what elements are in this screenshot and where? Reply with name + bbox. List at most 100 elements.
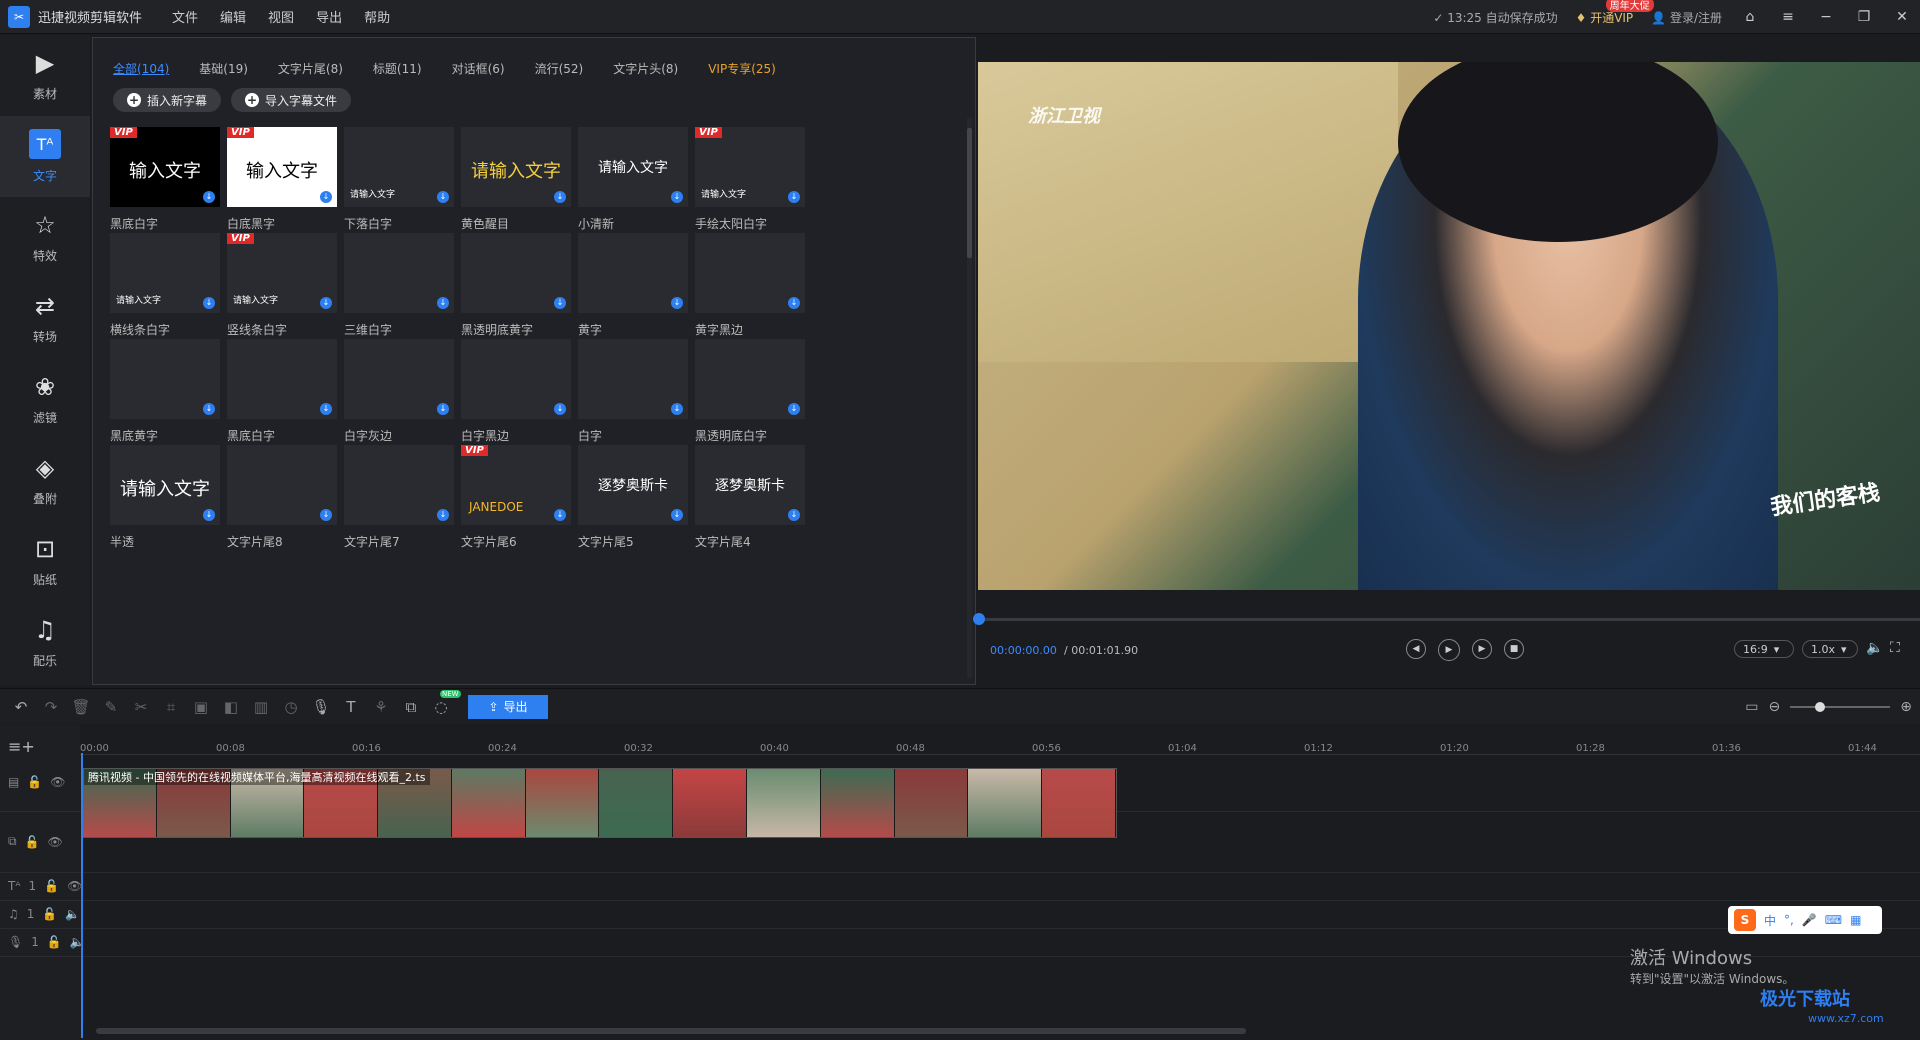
undo-icon[interactable]: ↶ [6,698,36,716]
template-card[interactable]: 请输入文字 ↓ 半透 [110,445,220,555]
speed-icon[interactable]: ◷ [276,698,306,716]
lock-icon[interactable]: 🔓 [44,879,59,893]
punctuation-icon[interactable]: °, [1784,913,1794,927]
menu-file[interactable]: 文件 [172,7,198,26]
aspect-ratio-select[interactable]: 16:9 ▾ [1734,640,1794,658]
template-card[interactable]: ↓ 三维白字 [344,233,454,343]
download-icon[interactable]: ↓ [788,509,800,521]
tab-opening[interactable]: 文字片头(8) [613,60,678,77]
mic-icon[interactable]: 🎤 [1802,913,1817,927]
menu-export[interactable]: 导出 [316,7,342,26]
delete-icon[interactable]: 🗑 [66,698,96,716]
download-icon[interactable]: ↓ [788,297,800,309]
zoom-slider[interactable] [1790,702,1891,712]
ime-toolbar[interactable]: S 中 °, 🎤 ⌨ ▦ [1728,906,1882,934]
template-card[interactable]: ↓ 黑透明底黄字 [461,233,571,343]
export-button[interactable]: ⇪ 导出 [468,694,548,719]
template-card[interactable]: ↓ 文字片尾7 [344,445,454,555]
minimize-icon[interactable]: − [1816,9,1836,25]
insert-subtitle-button[interactable]: + 插入新字幕 [113,88,222,112]
sidebar-item-transition[interactable]: ⇄ 转场 [0,278,90,359]
tab-title[interactable]: 标题(11) [373,60,422,77]
lock-icon[interactable]: 🔓 [27,775,42,789]
download-icon[interactable]: ↓ [788,191,800,203]
download-icon[interactable]: ↓ [788,403,800,415]
volume-icon[interactable]: 🔈 [1866,640,1883,656]
template-card[interactable]: 输入文字 VIP ↓ 白底黑字 [227,127,337,237]
template-card[interactable]: 逐梦奥斯卡 ↓ 文字片尾4 [695,445,805,555]
download-icon[interactable]: ↓ [203,403,215,415]
sidebar-item-effects[interactable]: ☆ 特效 [0,197,90,278]
download-icon[interactable]: ↓ [554,297,566,309]
sidebar-item-media[interactable]: ▶ 素材 [0,35,90,116]
template-card[interactable]: JANEDOE VIP ↓ 文字片尾6 [461,445,571,555]
download-icon[interactable]: ↓ [671,297,683,309]
tab-popular[interactable]: 流行(52) [535,60,584,77]
download-icon[interactable]: ↓ [671,509,683,521]
menu-view[interactable]: 视图 [268,7,294,26]
playback-progress-knob[interactable] [973,613,985,625]
vip-button[interactable]: ♦ 开通VIP 周年大促 [1576,0,1654,26]
close-icon[interactable]: ✕ [1892,9,1912,25]
download-icon[interactable]: ↓ [554,191,566,203]
download-icon[interactable]: ↓ [437,297,449,309]
track-menu-icon[interactable]: ≡+ [8,737,35,756]
lock-icon[interactable]: 🔓 [47,935,62,949]
download-icon[interactable]: ↓ [437,509,449,521]
template-card[interactable]: 输入文字 VIP ↓ 黑底白字 [110,127,220,237]
tab-dialog[interactable]: 对话框(6) [452,60,505,77]
download-icon[interactable]: ↓ [203,297,215,309]
tab-ending[interactable]: 文字片尾(8) [278,60,343,77]
template-card[interactable]: 请输入文字 ↓ 下落白字 [344,127,454,237]
ai-tool-icon[interactable]: ◌ NEW [426,689,461,716]
template-card[interactable]: ↓ 白字灰边 [344,339,454,449]
download-icon[interactable]: ↓ [554,509,566,521]
template-card[interactable]: ↓ 白字 [578,339,688,449]
menu-help[interactable]: 帮助 [364,7,390,26]
download-icon[interactable]: ↓ [203,191,215,203]
pip-icon[interactable]: ⧉ [396,698,426,716]
menu-icon[interactable]: ≡ [1778,9,1798,25]
panel-scrollbar[interactable] [967,118,972,678]
template-card[interactable]: 请输入文字 ↓ 黄色醒目 [461,127,571,237]
download-icon[interactable]: ↓ [320,191,332,203]
template-card[interactable]: ↓ 黑底白字 [227,339,337,449]
tab-basic[interactable]: 基础(19) [199,60,248,77]
edit-icon[interactable]: ✎ [96,698,126,716]
tab-all[interactable]: 全部(104) [113,60,169,77]
template-card[interactable]: 逐梦奥斯卡 ↓ 文字片尾5 [578,445,688,555]
grid-icon[interactable]: ▦ [1850,913,1861,927]
import-subtitle-button[interactable]: + 导入字幕文件 [231,88,352,112]
template-card[interactable]: 请输入文字 VIP ↓ 手绘太阳白字 [695,127,805,237]
crop-icon[interactable]: ⌗ [156,698,186,716]
download-icon[interactable]: ↓ [320,509,332,521]
zoom-in-icon[interactable]: ⊕ [1900,699,1912,715]
sidebar-item-filter[interactable]: ❀ 滤镜 [0,359,90,440]
template-card[interactable]: 请输入文字 ↓ 横线条白字 [110,233,220,343]
voice-change-icon[interactable]: ⚘ [366,698,396,716]
speed-select[interactable]: 1.0x ▾ [1802,640,1858,658]
playhead[interactable] [81,753,83,1038]
sidebar-item-text[interactable]: Tᴬ 文字 [0,116,90,197]
fullscreen-icon[interactable]: ⛶ [1890,640,1900,656]
time-ruler[interactable]: 00:00 00:08 00:16 00:24 00:32 00:40 00:48 00:56… [80,725,1920,755]
menu-edit[interactable]: 编辑 [220,7,246,26]
template-card[interactable]: ↓ 黄字黑边 [695,233,805,343]
home-icon[interactable]: ⌂ [1740,9,1760,25]
sidebar-item-overlay[interactable]: ◈ 叠附 [0,440,90,521]
template-card[interactable]: 请输入文字 VIP ↓ 竖线条白字 [227,233,337,343]
download-icon[interactable]: ↓ [320,403,332,415]
maximize-icon[interactable]: ❐ [1854,9,1874,25]
playback-progress-bar[interactable] [978,618,1920,621]
tab-vip[interactable]: VIP专享(25) [708,60,776,77]
download-icon[interactable]: ↓ [203,509,215,521]
download-icon[interactable]: ↓ [437,191,449,203]
template-card[interactable]: ↓ 文字片尾8 [227,445,337,555]
download-icon[interactable]: ↓ [554,403,566,415]
download-icon[interactable]: ↓ [671,403,683,415]
template-card[interactable]: 请输入文字 ↓ 小清新 [578,127,688,237]
record-icon[interactable]: 🎙 [306,698,336,716]
stop-icon[interactable]: ■ [1504,639,1524,659]
template-card[interactable]: ↓ 黑底黄字 [110,339,220,449]
template-card[interactable]: ↓ 黑透明底白字 [695,339,805,449]
